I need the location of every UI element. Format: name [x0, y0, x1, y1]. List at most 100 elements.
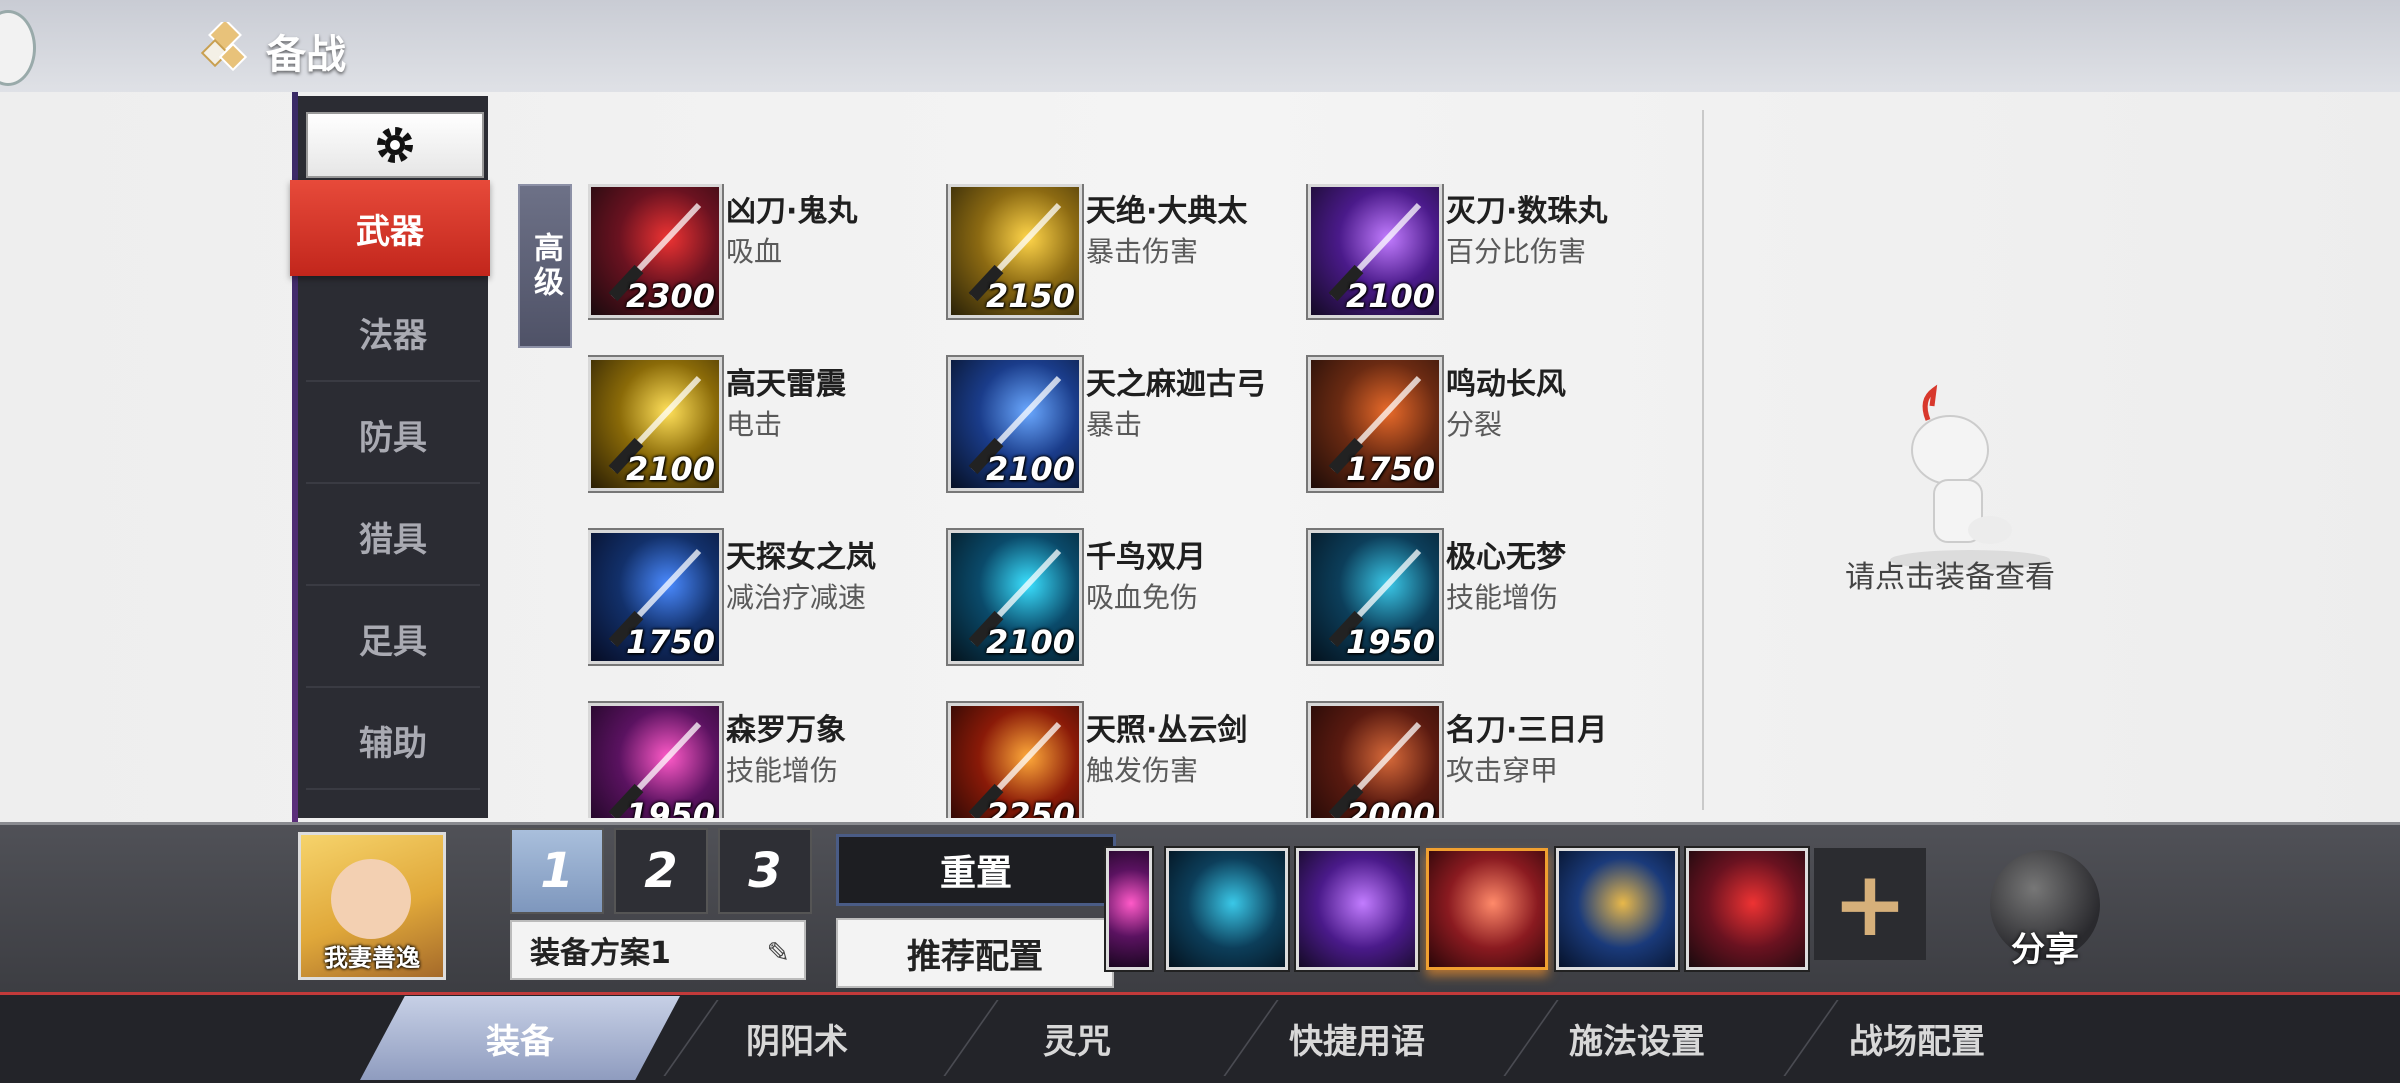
equipment-name: 天绝·大典太 — [1086, 194, 1248, 229]
category-footwear[interactable]: 足具 — [306, 590, 480, 688]
equipment-name: 鸣动长风 — [1446, 367, 1566, 402]
equipment-icon[interactable]: 2000 — [1308, 703, 1442, 818]
gear-icon — [377, 127, 413, 163]
equipment-desc: 吸血免伤 — [1086, 581, 1199, 614]
equipment-name: 森罗万象 — [726, 713, 846, 748]
diamond-logo-icon — [200, 22, 248, 72]
panel-divider — [1702, 110, 1704, 810]
equipment-desc: 攻击穿甲 — [1446, 754, 1559, 787]
price-label: 2000 — [1345, 796, 1435, 818]
equipment-icon[interactable]: 2250 — [948, 703, 1082, 818]
equipment-desc: 减治疗减速 — [726, 581, 867, 614]
equipment-desc: 百分比伤害 — [1446, 235, 1587, 268]
equipment-item[interactable]: 2100 天之麻迦古弓 暴击 — [948, 357, 1308, 497]
price-label: 2250 — [985, 796, 1075, 818]
category-weapon[interactable]: 武器 — [290, 180, 490, 276]
equipment-name: 高天雷震 — [726, 367, 846, 402]
equipment-item[interactable]: 2100 高天雷震电击 — [588, 357, 948, 497]
mascot-placeholder-icon — [1890, 384, 2050, 570]
equipped-slot[interactable] — [1556, 848, 1678, 970]
equipment-desc: 技能增伤 — [726, 754, 839, 787]
category-hunting-gear[interactable]: 猎具 — [306, 488, 480, 586]
preset-2[interactable]: 2 — [614, 828, 708, 914]
tab-equipment[interactable]: 装备 — [360, 996, 680, 1080]
back-orb-button[interactable] — [0, 10, 36, 86]
equipment-desc: 暴击 — [1086, 408, 1143, 441]
share-label[interactable]: 分享 — [1990, 922, 2100, 971]
tier-tag[interactable]: 高级 — [518, 184, 572, 348]
equipment-item[interactable]: 2000 名刀·三日月 攻击穿甲 — [1308, 703, 1668, 818]
preset-3[interactable]: 3 — [718, 828, 812, 914]
equipment-name: 名刀·三日月 — [1446, 713, 1608, 748]
price-label: 1950 — [1345, 623, 1435, 661]
equipment-name: 天照·丛云剑 — [1086, 713, 1248, 748]
price-label: 2100 — [985, 450, 1075, 488]
preset-name-field[interactable]: 装备方案1 ✎ — [510, 920, 806, 980]
top-bar: 备战 — [0, 0, 2400, 92]
equipment-desc: 技能增伤 — [1446, 581, 1559, 614]
preset-name-label: 装备方案1 — [530, 936, 671, 971]
equipment-item[interactable]: 2300 凶刀·鬼丸吸血 — [588, 184, 948, 324]
price-label: 1750 — [625, 623, 715, 661]
hero-avatar[interactable]: 我妻善逸 — [298, 832, 446, 980]
page-title: 备战 — [266, 32, 346, 78]
equipment-name: 天探女之岚 — [726, 540, 876, 575]
equipment-icon[interactable]: 2100 — [948, 530, 1082, 664]
avatar-face — [331, 859, 411, 939]
equipment-desc: 吸血 — [726, 235, 783, 268]
reset-button[interactable]: 重置 — [836, 834, 1116, 906]
equipment-icon[interactable]: 2100 — [948, 357, 1082, 491]
equipment-desc: 触发伤害 — [1086, 754, 1199, 787]
equipment-desc: 分裂 — [1446, 408, 1503, 441]
category-support[interactable]: 辅助 — [306, 692, 480, 790]
equipment-item[interactable]: 2150 天绝·大典太 暴击伤害 — [948, 184, 1308, 324]
equipment-grid: 2300 凶刀·鬼丸 吸血 2150 天绝·大典太 暴击伤害 2100 灭刀·数珠丸 百分比伤害… — [588, 184, 1688, 818]
price-label: 2150 — [985, 277, 1075, 315]
price-label: 1750 — [1345, 450, 1435, 488]
tab-onmyodo[interactable]: 阴阳术 — [672, 996, 922, 1080]
equipment-icon[interactable]: 1750 — [1308, 357, 1442, 491]
equipped-slot[interactable] — [1686, 848, 1808, 970]
equipment-desc: 电击 — [726, 408, 783, 441]
category-magic-item[interactable]: 法器 — [306, 284, 480, 382]
equipment-item[interactable]: 1750 天探女之岚减治疗减速 — [588, 530, 948, 670]
detail-hint: 请点击装备查看 — [1845, 560, 2055, 595]
equipment-item[interactable]: 1750 鸣动长风分裂 — [1308, 357, 1668, 497]
equipped-slot[interactable] — [1426, 848, 1548, 970]
tab-quick-chat[interactable]: 快捷用语 — [1232, 996, 1482, 1080]
equipment-icon[interactable]: 2300 — [588, 184, 722, 318]
equipment-item[interactable]: 2250 天照·丛云剑 触发伤害 — [948, 703, 1308, 818]
price-label: 2100 — [985, 623, 1075, 661]
equipment-icon[interactable]: 1750 — [588, 530, 722, 664]
equipment-item[interactable]: 1950 森罗万象技能增伤 — [588, 703, 948, 818]
equipped-slot[interactable] — [1166, 848, 1288, 970]
equipped-slot[interactable] — [1296, 848, 1418, 970]
equipment-name: 凶刀·鬼丸 — [726, 194, 858, 229]
equipment-icon[interactable]: 2100 — [588, 357, 722, 491]
equipment-icon[interactable]: 1950 — [588, 703, 722, 818]
equipment-name: 千鸟双月 — [1086, 540, 1206, 575]
equipment-icon[interactable]: 2150 — [948, 184, 1082, 318]
pencil-icon[interactable]: ✎ — [767, 936, 790, 969]
equipment-name: 灭刀·数珠丸 — [1446, 194, 1608, 229]
preset-1[interactable]: 1 — [510, 828, 604, 914]
equipment-item[interactable]: 1950 极心无梦技能增伤 — [1308, 530, 1668, 670]
price-label: 2300 — [625, 277, 715, 315]
tab-spirit-curse[interactable]: 灵咒 — [952, 996, 1202, 1080]
recommend-config-button[interactable]: 推荐配置 — [836, 918, 1114, 988]
equipment-item[interactable]: 2100 灭刀·数珠丸 百分比伤害 — [1308, 184, 1668, 324]
price-label: 1950 — [625, 796, 715, 818]
equipment-icon[interactable]: 2100 — [1308, 184, 1442, 318]
equipped-slot[interactable] — [1106, 848, 1152, 970]
add-slot-button[interactable]: + — [1814, 848, 1926, 960]
price-label: 2100 — [625, 450, 715, 488]
tab-battlefield-config[interactable]: 战场配置 — [1792, 996, 2042, 1080]
price-label: 2100 — [1345, 277, 1435, 315]
category-armor[interactable]: 防具 — [306, 386, 480, 484]
equipment-icon[interactable]: 1950 — [1308, 530, 1442, 664]
equipment-item[interactable]: 2100 千鸟双月吸血免伤 — [948, 530, 1308, 670]
tab-cast-settings[interactable]: 施法设置 — [1512, 996, 1762, 1080]
equipment-name: 极心无梦 — [1446, 540, 1566, 575]
settings-button[interactable] — [306, 112, 484, 178]
equipment-name: 天之麻迦古弓 — [1086, 367, 1266, 402]
